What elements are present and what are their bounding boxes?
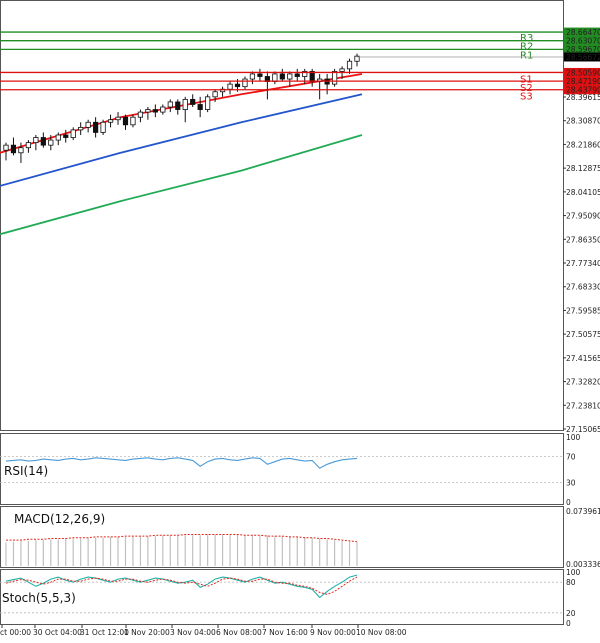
candle-body — [175, 101, 181, 110]
candle-body — [249, 73, 256, 80]
price-tick-label: 27.50575 — [566, 330, 600, 339]
candle-body — [205, 96, 211, 110]
candle-body — [294, 73, 300, 77]
candle-body — [33, 137, 39, 144]
time-tick-label: 30 Oct 04:00 — [33, 628, 82, 637]
moving-average-line — [0, 73, 363, 154]
time-tick-label: 3 Nov 04:00 — [170, 628, 216, 637]
candle-body — [78, 126, 84, 131]
candle-body — [122, 116, 129, 126]
main-panel-frame — [0, 0, 564, 431]
stoch-axis-label: 80 — [566, 578, 576, 587]
candle-body — [182, 98, 188, 110]
time-tick-label: 7 Nov 16:00 — [262, 628, 308, 637]
level-name-s3: S3 — [520, 92, 533, 103]
price-tick-label: 27.95090 — [566, 212, 600, 221]
candle-body — [167, 101, 173, 108]
candle-body — [85, 121, 91, 128]
moving-averages — [0, 73, 363, 236]
candle-body — [145, 109, 151, 113]
candle-body — [279, 73, 285, 80]
candle-body — [107, 119, 114, 123]
stoch-axis-label: 0 — [566, 619, 571, 628]
stoch-axis-label: 100 — [566, 568, 581, 577]
candle-body — [55, 134, 61, 141]
macd-axis-label: 0.073961 — [566, 507, 600, 516]
candle-body — [63, 134, 69, 138]
price-tick-label: 28.12875 — [566, 164, 600, 173]
candle-body — [160, 106, 166, 113]
price-tick-label: 27.77340 — [566, 259, 600, 268]
candle-body — [197, 104, 203, 110]
price-tick-label: 28.04105 — [566, 188, 600, 197]
time-tick-label: 10 Nov 08:00 — [356, 628, 407, 637]
candle-body — [346, 60, 353, 70]
candle-body — [190, 98, 196, 105]
price-tick-label: 28.39615 — [566, 93, 600, 102]
rsi-axis-label: 0 — [566, 498, 571, 507]
level-price-label: 28.63070 — [566, 37, 600, 46]
time-tick-label: 31 Oct 12:00 — [80, 628, 129, 637]
candle-body — [93, 121, 99, 133]
rsi-axis-label: 30 — [566, 479, 576, 488]
candle-body — [257, 73, 263, 77]
stoch-title: Stoch(5,5,3) — [2, 591, 76, 605]
rsi-axis-label: 70 — [566, 453, 576, 462]
stoch-panel: 10080 200 Stoch(5,5,3) — [0, 568, 581, 628]
candle-body — [3, 144, 9, 151]
rsi-title: RSI(14) — [4, 464, 48, 478]
price-tick-label: 27.23810 — [566, 401, 600, 410]
candle-body — [212, 91, 218, 98]
price-tick-label: 27.86350 — [566, 235, 600, 244]
macd-title: MACD(12,26,9) — [14, 512, 105, 526]
candle-body — [227, 83, 233, 90]
candle-body — [152, 109, 158, 113]
price-tick-label: 28.30870 — [566, 117, 600, 126]
price-tick-label: 27.41565 — [566, 354, 600, 363]
price-tick-label: 28.21860 — [566, 140, 600, 149]
candle-body — [234, 83, 241, 88]
price-chart: R328.66470R228.63070R128.59670S128.50590… — [0, 0, 600, 637]
moving-average-line — [0, 134, 363, 236]
candle-body — [40, 137, 46, 146]
candles — [3, 53, 360, 163]
pivot-levels: R328.66470R228.63070R128.59670S128.50590… — [0, 27, 600, 103]
level-price-label: 28.66470 — [566, 28, 600, 37]
candle-body — [48, 139, 54, 146]
level-price-label: 28.50590 — [566, 68, 600, 77]
rsi-line — [5, 457, 358, 469]
candle-body — [18, 147, 24, 154]
macd-panel: 0.0739610.003336MACD(12,26,9) — [5, 507, 600, 569]
rsi-panel-frame — [0, 433, 564, 505]
candle-body — [242, 78, 248, 88]
candle-body — [130, 116, 136, 126]
candle-body — [70, 129, 76, 138]
candle-body — [115, 116, 121, 121]
candle-body — [272, 73, 278, 82]
current-price-label: 28.56672 — [566, 53, 600, 62]
price-tick-label: 27.68330 — [566, 283, 600, 292]
time-tick-label: ct 00:00 — [0, 628, 31, 637]
candle-body — [137, 111, 144, 118]
stoch-axis-label: 20 — [566, 609, 576, 618]
price-tick-label: 27.59585 — [566, 306, 600, 315]
time-tick-label: 1 Nov 20:00 — [124, 628, 170, 637]
time-tick-label: 6 Nov 08:00 — [216, 628, 262, 637]
price-axis: 28.39615 28.30870 28.21860 28.12875 28.04105… — [563, 93, 600, 434]
time-axis: ct 00:00 30 Oct 04:0031 Oct 12:001 Nov 20… — [0, 625, 407, 637]
moving-average-line — [0, 93, 363, 187]
candle-body — [331, 71, 338, 85]
candle-body — [287, 73, 293, 80]
candle-body — [10, 144, 17, 154]
candle-body — [25, 142, 32, 149]
rsi-panel: 100 70 30 0 RSI(14) — [0, 433, 581, 507]
time-tick-label: 9 Nov 00:00 — [310, 628, 356, 637]
level-name-r1: R1 — [520, 50, 533, 61]
candle-body — [339, 68, 345, 72]
rsi-axis-label: 100 — [566, 433, 581, 442]
candle-body — [100, 121, 106, 133]
price-tick-label: 27.32820 — [566, 378, 600, 387]
